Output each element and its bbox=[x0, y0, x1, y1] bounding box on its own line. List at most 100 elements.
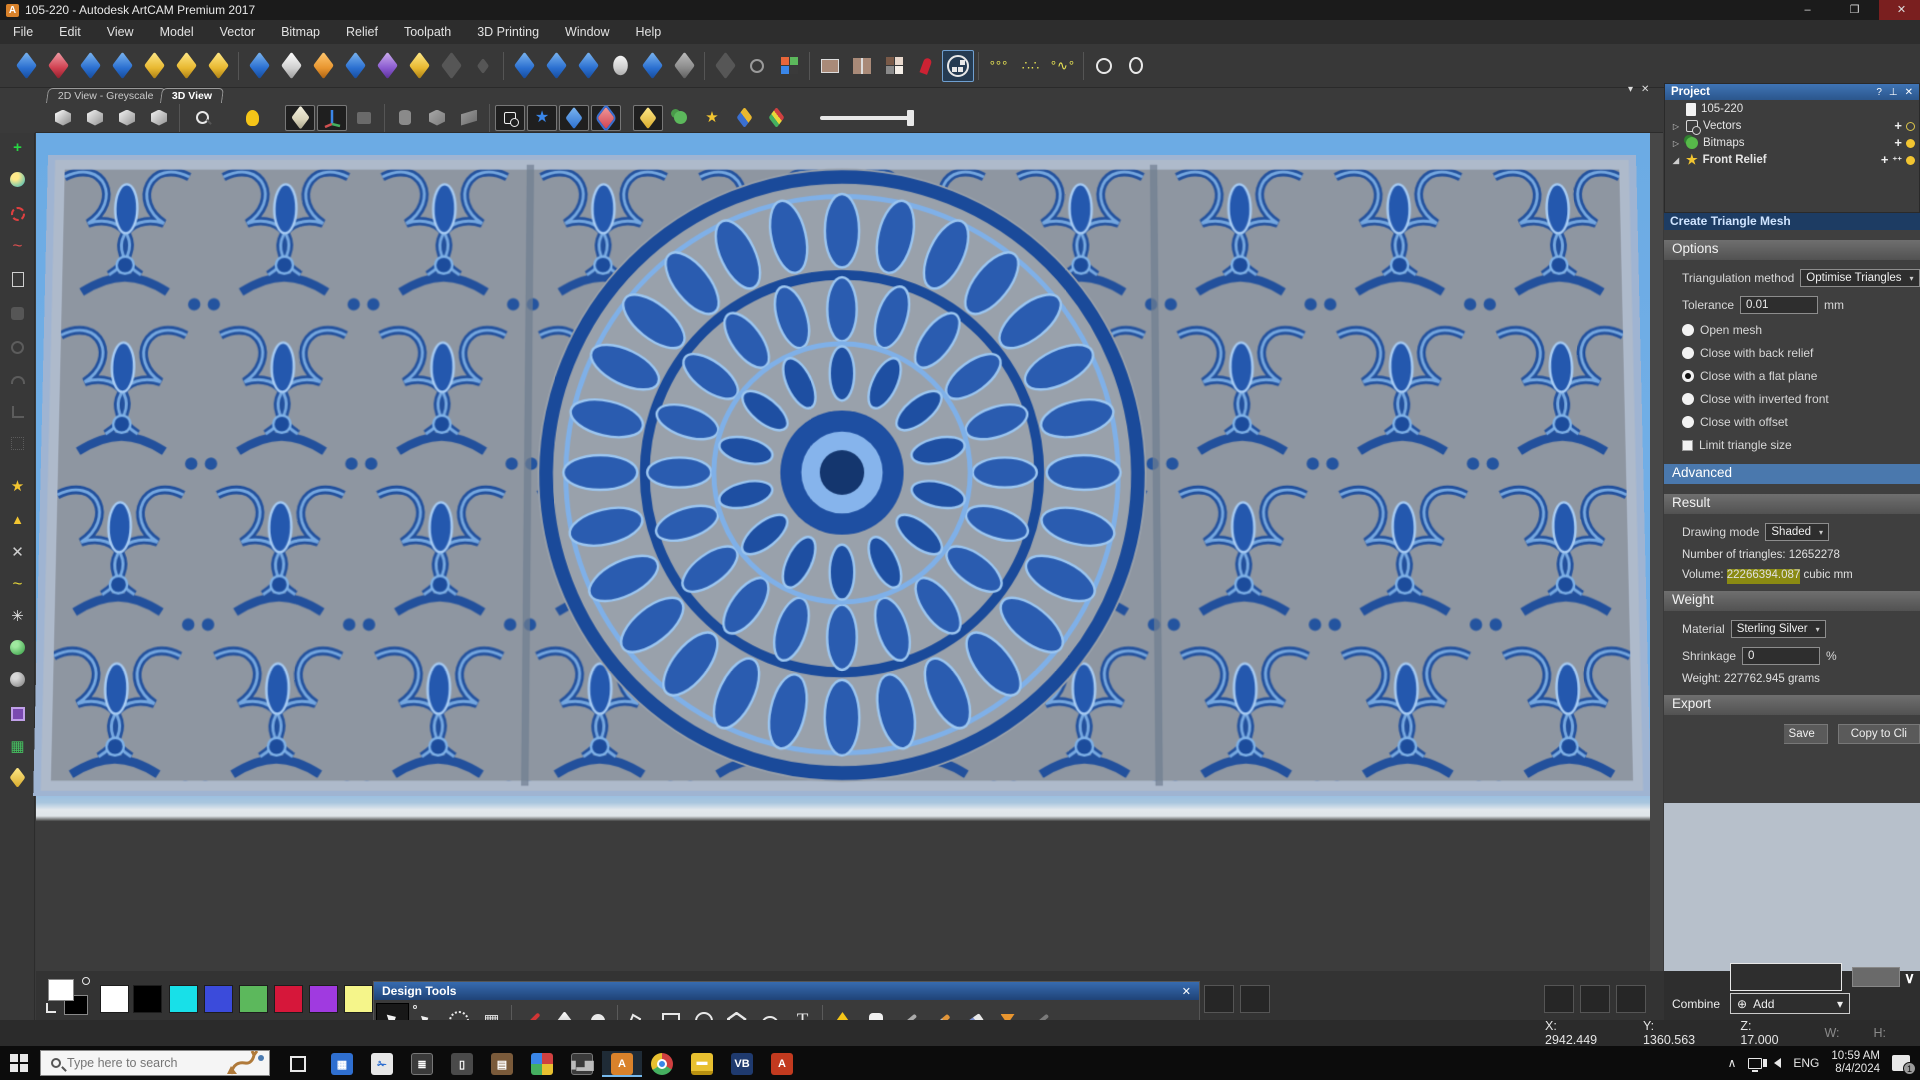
draw-axes-icon[interactable] bbox=[317, 104, 347, 131]
linked-points-icon[interactable]: °∿° bbox=[1047, 50, 1079, 82]
menu-model[interactable]: Model bbox=[147, 25, 207, 39]
view-front-icon[interactable] bbox=[80, 105, 110, 131]
texture-flow-icon[interactable]: ∴∴ bbox=[1015, 50, 1047, 82]
expand-arrow-icon[interactable]: ▷ bbox=[1671, 139, 1681, 148]
model-tools-icon[interactable] bbox=[106, 50, 138, 82]
volume-icon[interactable] bbox=[1763, 1058, 1782, 1068]
toggle-vectors-icon[interactable] bbox=[495, 104, 525, 131]
add-layer-icon[interactable]: ⁺⁺ bbox=[1892, 154, 1902, 166]
taskbar-notes-app[interactable]: ▤ bbox=[482, 1051, 522, 1077]
iso-view-icon[interactable] bbox=[48, 105, 78, 131]
taskbar-media-app[interactable]: ≣ bbox=[402, 1051, 442, 1077]
set-width-icon[interactable] bbox=[814, 50, 846, 82]
menu-view[interactable]: View bbox=[94, 25, 147, 39]
checkbox-icon[interactable] bbox=[1682, 439, 1693, 451]
panel-pin-icon[interactable]: ⊥ bbox=[1889, 87, 1898, 98]
export-section-header[interactable]: Export bbox=[1664, 695, 1920, 715]
tree-item-front-relief[interactable]: ◢ ★ Front Relief + ⁺⁺ bbox=[1665, 152, 1919, 168]
cushion-relief-icon[interactable] bbox=[572, 50, 604, 82]
radio-close-inverted-front[interactable]: Close with inverted front bbox=[1682, 392, 1920, 406]
language-indicator[interactable]: ENG bbox=[1793, 1056, 1819, 1070]
pyramid-colors-icon[interactable] bbox=[761, 105, 791, 131]
offset-relief-icon[interactable] bbox=[636, 50, 668, 82]
shapes-icon[interactable] bbox=[665, 105, 695, 131]
relief-donut-icon[interactable] bbox=[403, 50, 435, 82]
split-panels-icon[interactable] bbox=[846, 50, 878, 82]
radio-icon[interactable] bbox=[1682, 416, 1694, 428]
hidden-icons-chevron[interactable]: ∧ bbox=[1728, 1056, 1737, 1070]
design-tools-header[interactable]: Design Tools ✕ bbox=[374, 982, 1199, 1000]
drawing-mode-dropdown[interactable]: Shaded ▾ bbox=[1765, 523, 1830, 541]
taskbar-file-explorer[interactable]: ▬ bbox=[682, 1051, 722, 1077]
taskbar-photos-app[interactable] bbox=[522, 1051, 562, 1077]
dim-square-icon[interactable] bbox=[7, 303, 28, 324]
taskbar-artcam-2[interactable]: A bbox=[762, 1051, 802, 1077]
taskbar-phone-app[interactable]: ▯ bbox=[442, 1051, 482, 1077]
relief-half-icon[interactable] bbox=[275, 50, 307, 82]
relief-raise-icon[interactable] bbox=[339, 50, 371, 82]
tolerance-input[interactable]: 0.01 bbox=[1740, 296, 1819, 314]
menu-file[interactable]: File bbox=[0, 25, 46, 39]
radio-close-offset[interactable]: Close with offset bbox=[1682, 415, 1920, 429]
dim-dotted-square-icon[interactable] bbox=[7, 433, 28, 454]
visibility-bulb-icon[interactable] bbox=[1906, 138, 1915, 148]
relief-layers-icon[interactable] bbox=[307, 50, 339, 82]
draw-zero-plane-icon[interactable] bbox=[285, 104, 315, 131]
panel-tool-icon[interactable] bbox=[7, 703, 28, 724]
copy-to-clipboard-button[interactable]: Copy to Cli bbox=[1837, 724, 1920, 744]
empty-swatch-slot[interactable] bbox=[1204, 985, 1234, 1013]
radio-icon[interactable] bbox=[1682, 393, 1694, 405]
new-model-icon[interactable] bbox=[10, 50, 42, 82]
empty-swatch-slot[interactable] bbox=[1544, 985, 1574, 1013]
taskbar-search[interactable] bbox=[40, 1050, 270, 1076]
panel-close-icon[interactable]: ✕ bbox=[1905, 87, 1913, 98]
overflow-caret-icon[interactable]: ▾ bbox=[1628, 84, 1633, 98]
save-model-icon[interactable] bbox=[74, 50, 106, 82]
relief-new-icon[interactable] bbox=[243, 50, 275, 82]
palette-white[interactable] bbox=[100, 985, 129, 1013]
3d-viewport[interactable] bbox=[36, 133, 1650, 1020]
swatch-grid-icon[interactable] bbox=[878, 50, 910, 82]
add-vectors-icon[interactable]: + bbox=[1894, 119, 1902, 132]
radio-icon[interactable] bbox=[1682, 347, 1694, 359]
taskbar-chrome[interactable] bbox=[642, 1051, 682, 1077]
project-panel-header[interactable]: Project ? ⊥ ✕ bbox=[1665, 84, 1919, 100]
search-input[interactable] bbox=[67, 1056, 217, 1070]
green-sphere-icon[interactable] bbox=[7, 637, 28, 658]
sphere-tool-icon[interactable] bbox=[7, 169, 28, 190]
minimize-button[interactable]: – bbox=[1785, 0, 1830, 20]
palette-magenta[interactable] bbox=[309, 985, 338, 1013]
network-icon[interactable] bbox=[1748, 1057, 1763, 1072]
advanced-expander[interactable]: Advanced bbox=[1664, 464, 1920, 484]
visibility-bulb-icon[interactable] bbox=[1906, 155, 1915, 165]
palette-close-icon[interactable]: ✕ bbox=[1182, 985, 1191, 998]
material-dropdown[interactable]: Sterling Silver ▾ bbox=[1730, 620, 1826, 638]
radio-open-mesh[interactable]: Open mesh bbox=[1682, 323, 1920, 337]
toggle-front-layers-icon[interactable] bbox=[559, 104, 589, 131]
relief-mask-icon[interactable] bbox=[371, 50, 403, 82]
panel-help-icon[interactable]: ? bbox=[1876, 87, 1882, 98]
dashed-circle-icon[interactable] bbox=[7, 203, 28, 224]
palette-yellow[interactable] bbox=[344, 985, 373, 1013]
tab-3d-view[interactable]: 3D View bbox=[159, 88, 225, 103]
dim-arc-icon[interactable] bbox=[7, 369, 28, 390]
start-button[interactable] bbox=[10, 1054, 28, 1072]
palette-blue[interactable] bbox=[204, 985, 233, 1013]
task-view-icon[interactable] bbox=[278, 1051, 318, 1077]
preview-star-icon[interactable]: ★ bbox=[697, 105, 727, 131]
taskbar-artcam-active[interactable]: A bbox=[602, 1051, 642, 1077]
tab-2d-view[interactable]: 2D View - Greyscale bbox=[45, 88, 166, 103]
close-button[interactable]: ✕ bbox=[1879, 0, 1920, 20]
radio-icon[interactable] bbox=[1682, 324, 1694, 336]
snowflake-tool-icon[interactable]: ✳ bbox=[7, 605, 28, 626]
grey-sphere-icon[interactable] bbox=[7, 669, 28, 690]
triangulation-dropdown[interactable]: Optimise Triangles ▾ bbox=[1800, 269, 1920, 287]
wrap-relief-icon[interactable] bbox=[540, 50, 572, 82]
tree-item-vectors[interactable]: ▷ Vectors + bbox=[1665, 118, 1919, 135]
add-relief-icon[interactable]: + bbox=[1881, 153, 1889, 166]
shrinkage-input[interactable]: 0 bbox=[1742, 647, 1821, 665]
clock[interactable]: 10:59 AM 8/4/2024 bbox=[1831, 1050, 1880, 1076]
combine-preview-box[interactable] bbox=[1730, 963, 1842, 991]
palette-red[interactable] bbox=[274, 985, 303, 1013]
primary-secondary-colour[interactable] bbox=[46, 977, 92, 1017]
